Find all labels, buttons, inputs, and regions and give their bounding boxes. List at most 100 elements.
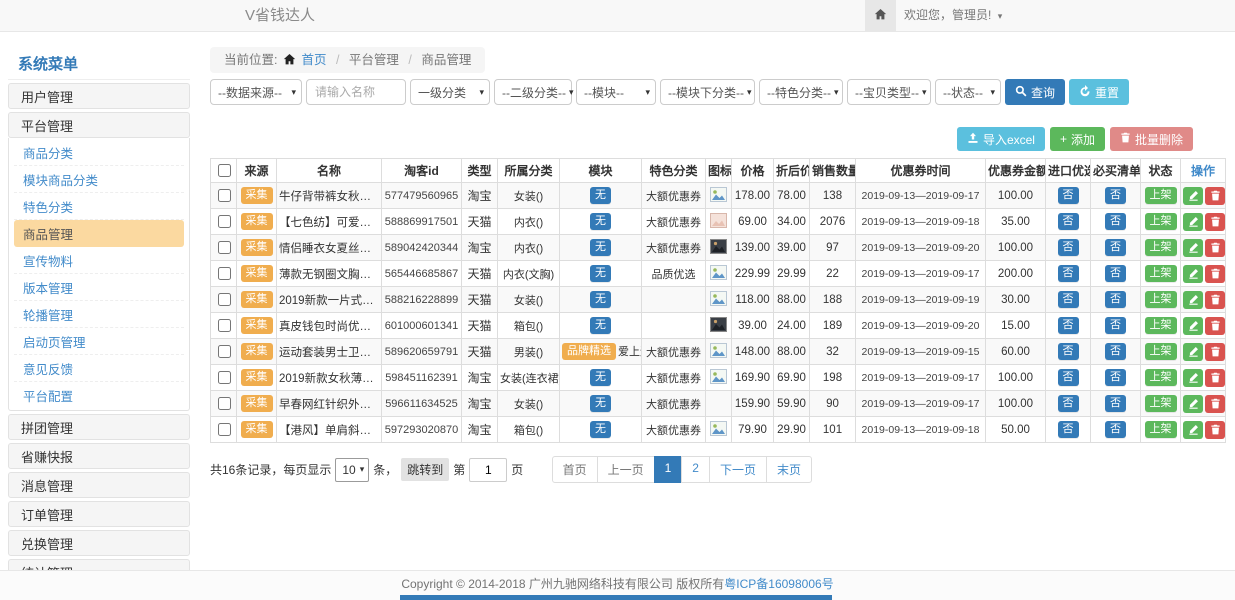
row-checkbox[interactable] bbox=[218, 267, 231, 280]
edit-button[interactable] bbox=[1183, 369, 1203, 387]
status-badge[interactable]: 上架 bbox=[1145, 213, 1177, 231]
must-buy-toggle[interactable]: 否 bbox=[1105, 239, 1126, 257]
per-page-select[interactable]: 10 ▾ bbox=[335, 458, 369, 482]
sidebar-item-5[interactable]: 特色分类 bbox=[14, 193, 184, 220]
delete-button[interactable] bbox=[1205, 317, 1225, 335]
delete-button[interactable] bbox=[1205, 369, 1225, 387]
sidebar-item-6[interactable]: 商品管理 bbox=[14, 220, 184, 247]
sidebar-item-1[interactable]: 用户管理 bbox=[8, 83, 190, 109]
sidebar-item-13[interactable]: 拼团管理 bbox=[8, 414, 190, 440]
status-badge[interactable]: 上架 bbox=[1145, 421, 1177, 439]
row-checkbox[interactable] bbox=[218, 319, 231, 332]
status-badge[interactable]: 上架 bbox=[1145, 395, 1177, 413]
import-excel-button[interactable]: 导入excel bbox=[957, 127, 1045, 151]
must-buy-toggle[interactable]: 否 bbox=[1105, 395, 1126, 413]
select-all-checkbox[interactable] bbox=[218, 164, 231, 177]
edit-button[interactable] bbox=[1183, 421, 1203, 439]
import-select-toggle[interactable]: 否 bbox=[1058, 187, 1079, 205]
filter-category1-select[interactable]: 一级分类▾ bbox=[410, 79, 490, 105]
row-checkbox[interactable] bbox=[218, 241, 231, 254]
status-badge[interactable]: 上架 bbox=[1145, 265, 1177, 283]
delete-button[interactable] bbox=[1205, 265, 1225, 283]
reset-button[interactable]: 重置 bbox=[1069, 79, 1129, 105]
bottom-scrollbar[interactable] bbox=[400, 595, 832, 600]
import-select-toggle[interactable]: 否 bbox=[1058, 239, 1079, 257]
module-badge[interactable]: 无 bbox=[590, 213, 611, 231]
module-badge[interactable]: 无 bbox=[590, 395, 611, 413]
row-checkbox[interactable] bbox=[218, 371, 231, 384]
import-select-toggle[interactable]: 否 bbox=[1058, 213, 1079, 231]
batch-delete-button[interactable]: 批量删除 bbox=[1110, 127, 1193, 151]
sidebar-item-15[interactable]: 消息管理 bbox=[8, 472, 190, 498]
module-badge[interactable]: 无 bbox=[590, 317, 611, 335]
sidebar-item-10[interactable]: 启动页管理 bbox=[14, 328, 184, 355]
page-2-button[interactable]: 2 bbox=[681, 456, 710, 483]
edit-button[interactable] bbox=[1183, 291, 1203, 309]
sidebar-item-11[interactable]: 意见反馈 bbox=[14, 355, 184, 382]
edit-button[interactable] bbox=[1183, 343, 1203, 361]
sidebar-item-14[interactable]: 省赚快报 bbox=[8, 443, 190, 469]
row-checkbox[interactable] bbox=[218, 189, 231, 202]
breadcrumb-home-link[interactable]: 首页 bbox=[301, 53, 326, 67]
module-badge[interactable]: 无 bbox=[590, 265, 611, 283]
sidebar-item-17[interactable]: 兑换管理 bbox=[8, 530, 190, 556]
module-badge[interactable]: 无 bbox=[590, 291, 611, 309]
delete-button[interactable] bbox=[1205, 239, 1225, 257]
module-badge[interactable]: 无 bbox=[590, 187, 611, 205]
status-badge[interactable]: 上架 bbox=[1145, 291, 1177, 309]
filter-module-sub-select[interactable]: --模块下分类--▾ bbox=[660, 79, 755, 105]
must-buy-toggle[interactable]: 否 bbox=[1105, 265, 1126, 283]
row-checkbox[interactable] bbox=[218, 345, 231, 358]
import-select-toggle[interactable]: 否 bbox=[1058, 369, 1079, 387]
jump-button[interactable]: 跳转到 bbox=[401, 458, 449, 481]
status-badge[interactable]: 上架 bbox=[1145, 343, 1177, 361]
home-button[interactable] bbox=[865, 0, 896, 31]
delete-button[interactable] bbox=[1205, 343, 1225, 361]
sidebar-item-2[interactable]: 平台管理 bbox=[8, 112, 190, 138]
row-checkbox[interactable] bbox=[218, 215, 231, 228]
import-select-toggle[interactable]: 否 bbox=[1058, 265, 1079, 283]
row-checkbox[interactable] bbox=[218, 293, 231, 306]
status-badge[interactable]: 上架 bbox=[1145, 239, 1177, 257]
filter-goods-type-select[interactable]: --宝贝类型--▾ bbox=[847, 79, 931, 105]
row-checkbox[interactable] bbox=[218, 423, 231, 436]
row-checkbox[interactable] bbox=[218, 397, 231, 410]
must-buy-toggle[interactable]: 否 bbox=[1105, 369, 1126, 387]
filter-category2-select[interactable]: --二级分类--▾ bbox=[494, 79, 572, 105]
must-buy-toggle[interactable]: 否 bbox=[1105, 343, 1126, 361]
delete-button[interactable] bbox=[1205, 187, 1225, 205]
must-buy-toggle[interactable]: 否 bbox=[1105, 421, 1126, 439]
sidebar-item-16[interactable]: 订单管理 bbox=[8, 501, 190, 527]
edit-button[interactable] bbox=[1183, 213, 1203, 231]
page-last-button[interactable]: 末页 bbox=[766, 456, 812, 483]
status-badge[interactable]: 上架 bbox=[1145, 369, 1177, 387]
edit-button[interactable] bbox=[1183, 395, 1203, 413]
page-prev-button[interactable]: 上一页 bbox=[597, 456, 655, 483]
import-select-toggle[interactable]: 否 bbox=[1058, 291, 1079, 309]
page-first-button[interactable]: 首页 bbox=[552, 456, 598, 483]
page-1-button[interactable]: 1 bbox=[654, 456, 683, 483]
must-buy-toggle[interactable]: 否 bbox=[1105, 213, 1126, 231]
edit-button[interactable] bbox=[1183, 317, 1203, 335]
module-badge[interactable]: 无 bbox=[590, 239, 611, 257]
icp-link[interactable]: 粤ICP备16098006号 bbox=[724, 577, 833, 591]
import-select-toggle[interactable]: 否 bbox=[1058, 317, 1079, 335]
sidebar-item-12[interactable]: 平台配置 bbox=[14, 382, 184, 409]
module-badge[interactable]: 无 bbox=[590, 369, 611, 387]
status-badge[interactable]: 上架 bbox=[1145, 187, 1177, 205]
name-search-input[interactable] bbox=[306, 79, 406, 105]
delete-button[interactable] bbox=[1205, 213, 1225, 231]
edit-button[interactable] bbox=[1183, 239, 1203, 257]
delete-button[interactable] bbox=[1205, 291, 1225, 309]
must-buy-toggle[interactable]: 否 bbox=[1105, 317, 1126, 335]
delete-button[interactable] bbox=[1205, 395, 1225, 413]
filter-status-select[interactable]: --状态--▾ bbox=[935, 79, 1001, 105]
import-select-toggle[interactable]: 否 bbox=[1058, 421, 1079, 439]
must-buy-toggle[interactable]: 否 bbox=[1105, 187, 1126, 205]
edit-button[interactable] bbox=[1183, 265, 1203, 283]
must-buy-toggle[interactable]: 否 bbox=[1105, 291, 1126, 309]
filter-source-select[interactable]: --数据来源--▾ bbox=[210, 79, 302, 105]
page-next-button[interactable]: 下一页 bbox=[709, 456, 767, 483]
status-badge[interactable]: 上架 bbox=[1145, 317, 1177, 335]
edit-button[interactable] bbox=[1183, 187, 1203, 205]
